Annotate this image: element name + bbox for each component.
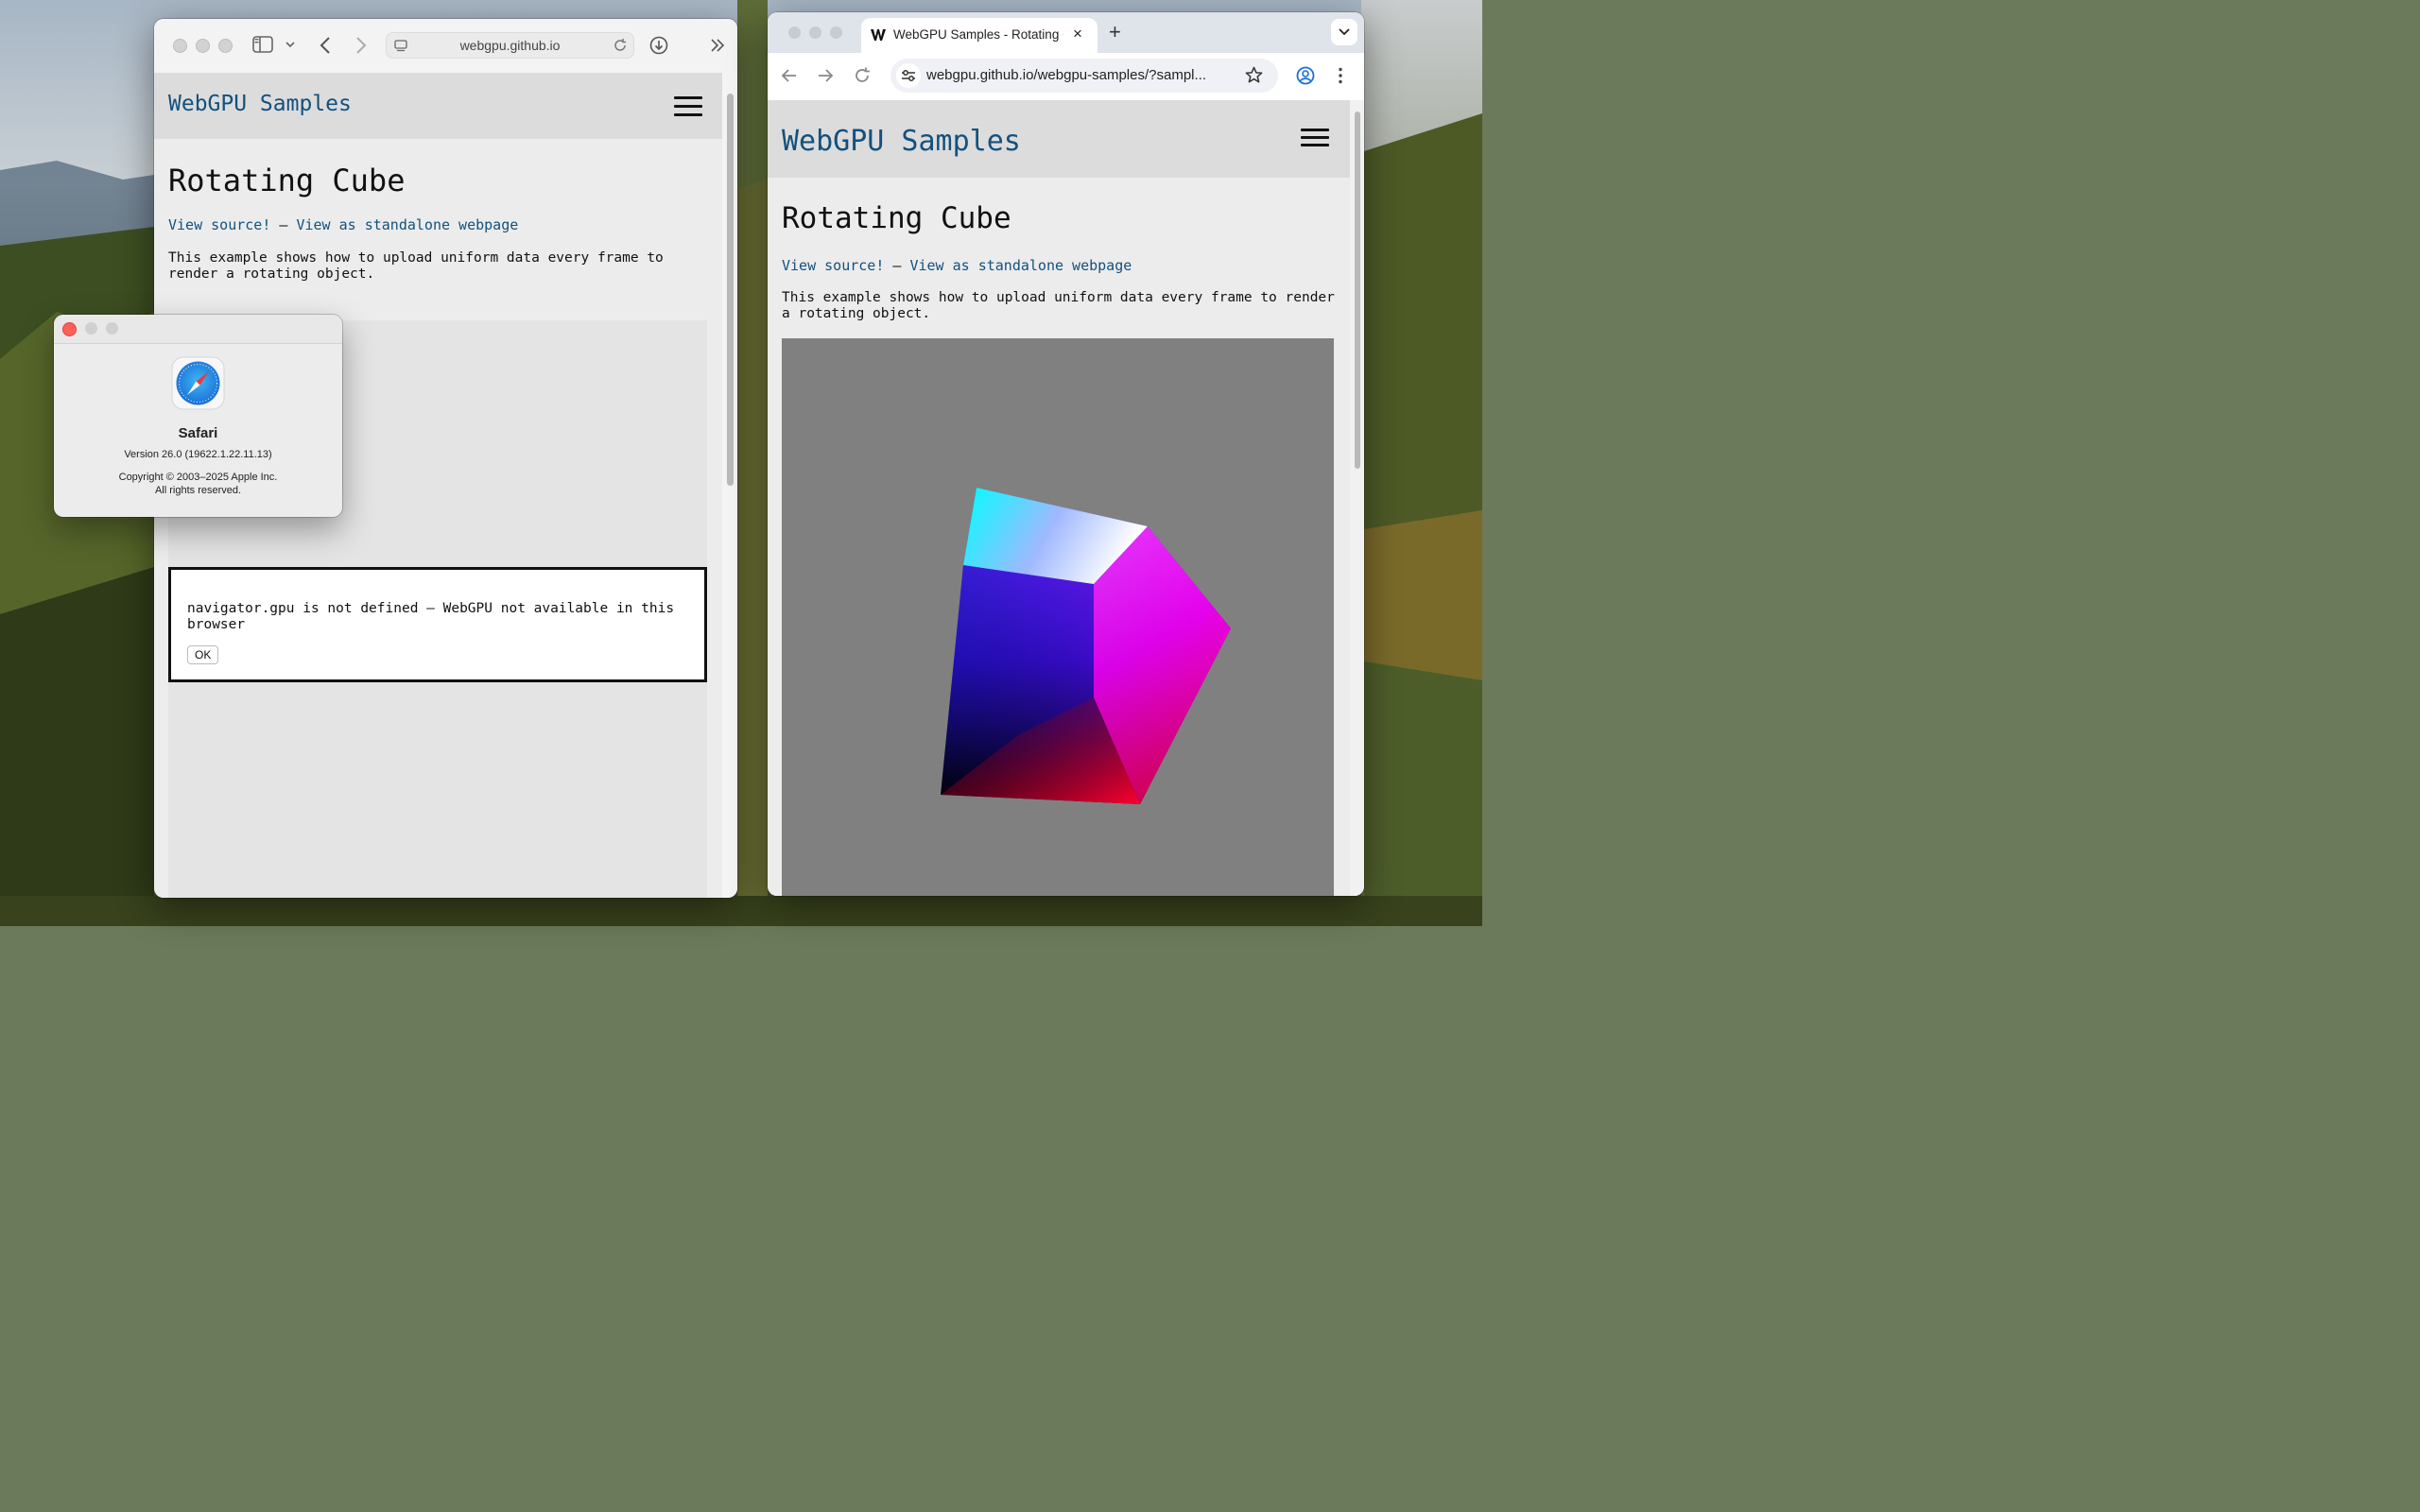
- close-button[interactable]: [788, 26, 801, 39]
- view-source-link[interactable]: View source!: [782, 257, 884, 274]
- scrollbar-thumb[interactable]: [1355, 112, 1360, 469]
- star-icon[interactable]: [1245, 66, 1263, 89]
- about-safari-panel: Safari Version 26.0 (19622.1.22.11.13) C…: [54, 315, 342, 517]
- source-links: View source! – View as standalone webpag…: [782, 257, 1132, 274]
- tab-title: WebGPU Samples - Rotating Cube: [893, 27, 1063, 42]
- tab-strip: WebGPU Samples - Rotating Cube × +: [768, 12, 1364, 53]
- safari-scrollbar[interactable]: [722, 73, 737, 898]
- rotating-cube-render: [941, 488, 1231, 804]
- chrome-navbar: webgpu.github.io/webgpu-samples/?sampl..…: [768, 53, 1364, 100]
- url-text: webgpu.github.io/webgpu-samples/?sampl..…: [926, 67, 1207, 83]
- copyright-text: Copyright © 2003–2025 Apple Inc. All rig…: [54, 471, 342, 497]
- scrollbar-thumb[interactable]: [727, 94, 734, 486]
- reload-icon[interactable]: [854, 67, 871, 84]
- minimize-button[interactable]: [196, 39, 210, 53]
- overflow-chevrons-icon[interactable]: [710, 39, 725, 52]
- tab-rotating-cube[interactable]: WebGPU Samples - Rotating Cube ×: [861, 18, 1098, 53]
- omnibox[interactable]: webgpu.github.io/webgpu-samples/?sampl..…: [890, 59, 1278, 93]
- error-message: navigator.gpu is not defined – WebGPU no…: [187, 601, 675, 632]
- chrome-page-content: WebGPU Samples Rotating Cube View source…: [768, 100, 1350, 896]
- page-title: Rotating Cube: [168, 163, 406, 198]
- window-controls: [788, 26, 842, 39]
- page-icon: [394, 40, 407, 55]
- chrome-scrollbar[interactable]: [1350, 100, 1364, 896]
- site-title[interactable]: WebGPU Samples: [168, 92, 352, 116]
- chrome-window: WebGPU Samples - Rotating Cube × + webgp…: [768, 12, 1364, 896]
- rights-line: All rights reserved.: [154, 485, 242, 496]
- minimize-button[interactable]: [809, 26, 821, 39]
- source-links: View source! – View as standalone webpag…: [168, 216, 518, 233]
- zoom-button[interactable]: [218, 39, 233, 53]
- hamburger-menu-icon[interactable]: [674, 96, 702, 122]
- tune-icon[interactable]: [896, 63, 921, 88]
- standalone-link[interactable]: View as standalone webpage: [296, 216, 518, 233]
- download-icon[interactable]: [649, 36, 668, 55]
- address-bar[interactable]: webgpu.github.io: [386, 32, 634, 59]
- site-header: WebGPU Samples: [154, 73, 722, 139]
- ok-button[interactable]: OK: [187, 645, 219, 664]
- link-separator: –: [270, 216, 297, 233]
- new-tab-button[interactable]: +: [1109, 20, 1121, 44]
- sample-canvas[interactable]: [782, 338, 1334, 896]
- sidebar-icon[interactable]: [252, 36, 273, 53]
- site-title[interactable]: WebGPU Samples: [782, 125, 1021, 158]
- error-dialog: navigator.gpu is not defined – WebGPU no…: [168, 567, 707, 682]
- copyright-line: Copyright © 2003–2025 Apple Inc.: [118, 472, 278, 483]
- chevron-down-icon[interactable]: [285, 41, 295, 48]
- webgpu-favicon: [871, 28, 886, 46]
- view-source-link[interactable]: View source!: [168, 216, 270, 233]
- sample-description: This example shows how to upload uniform…: [782, 290, 1335, 322]
- window-controls: [173, 39, 233, 53]
- tab-close-icon[interactable]: ×: [1073, 25, 1082, 43]
- forward-arrow-icon[interactable]: [817, 67, 834, 84]
- url-text: webgpu.github.io: [459, 38, 561, 53]
- minimize-button: [85, 322, 97, 335]
- forward-arrow-icon[interactable]: [355, 36, 367, 55]
- window-controls: [62, 322, 118, 336]
- profile-icon[interactable]: [1296, 66, 1315, 85]
- kebab-menu-icon[interactable]: [1339, 67, 1342, 84]
- zoom-button: [106, 322, 118, 335]
- close-button[interactable]: [173, 39, 187, 53]
- safari-compass-icon: [171, 356, 225, 410]
- back-arrow-icon[interactable]: [320, 36, 331, 55]
- standalone-link[interactable]: View as standalone webpage: [909, 257, 1132, 274]
- safari-toolbar: webgpu.github.io: [154, 19, 737, 74]
- app-name: Safari: [178, 425, 218, 441]
- reload-icon[interactable]: [613, 38, 628, 56]
- back-arrow-icon[interactable]: [781, 67, 798, 84]
- version-text: Version 26.0 (19622.1.22.11.13): [124, 449, 272, 460]
- sample-description: This example shows how to upload uniform…: [168, 250, 664, 283]
- hamburger-menu-icon[interactable]: [1301, 129, 1329, 151]
- link-separator: –: [884, 257, 910, 274]
- site-header: WebGPU Samples: [768, 100, 1350, 178]
- tab-search-icon[interactable]: [1331, 19, 1357, 45]
- zoom-button[interactable]: [830, 26, 842, 39]
- close-button[interactable]: [62, 322, 77, 336]
- about-titlebar: [54, 315, 342, 344]
- page-title: Rotating Cube: [782, 201, 1011, 235]
